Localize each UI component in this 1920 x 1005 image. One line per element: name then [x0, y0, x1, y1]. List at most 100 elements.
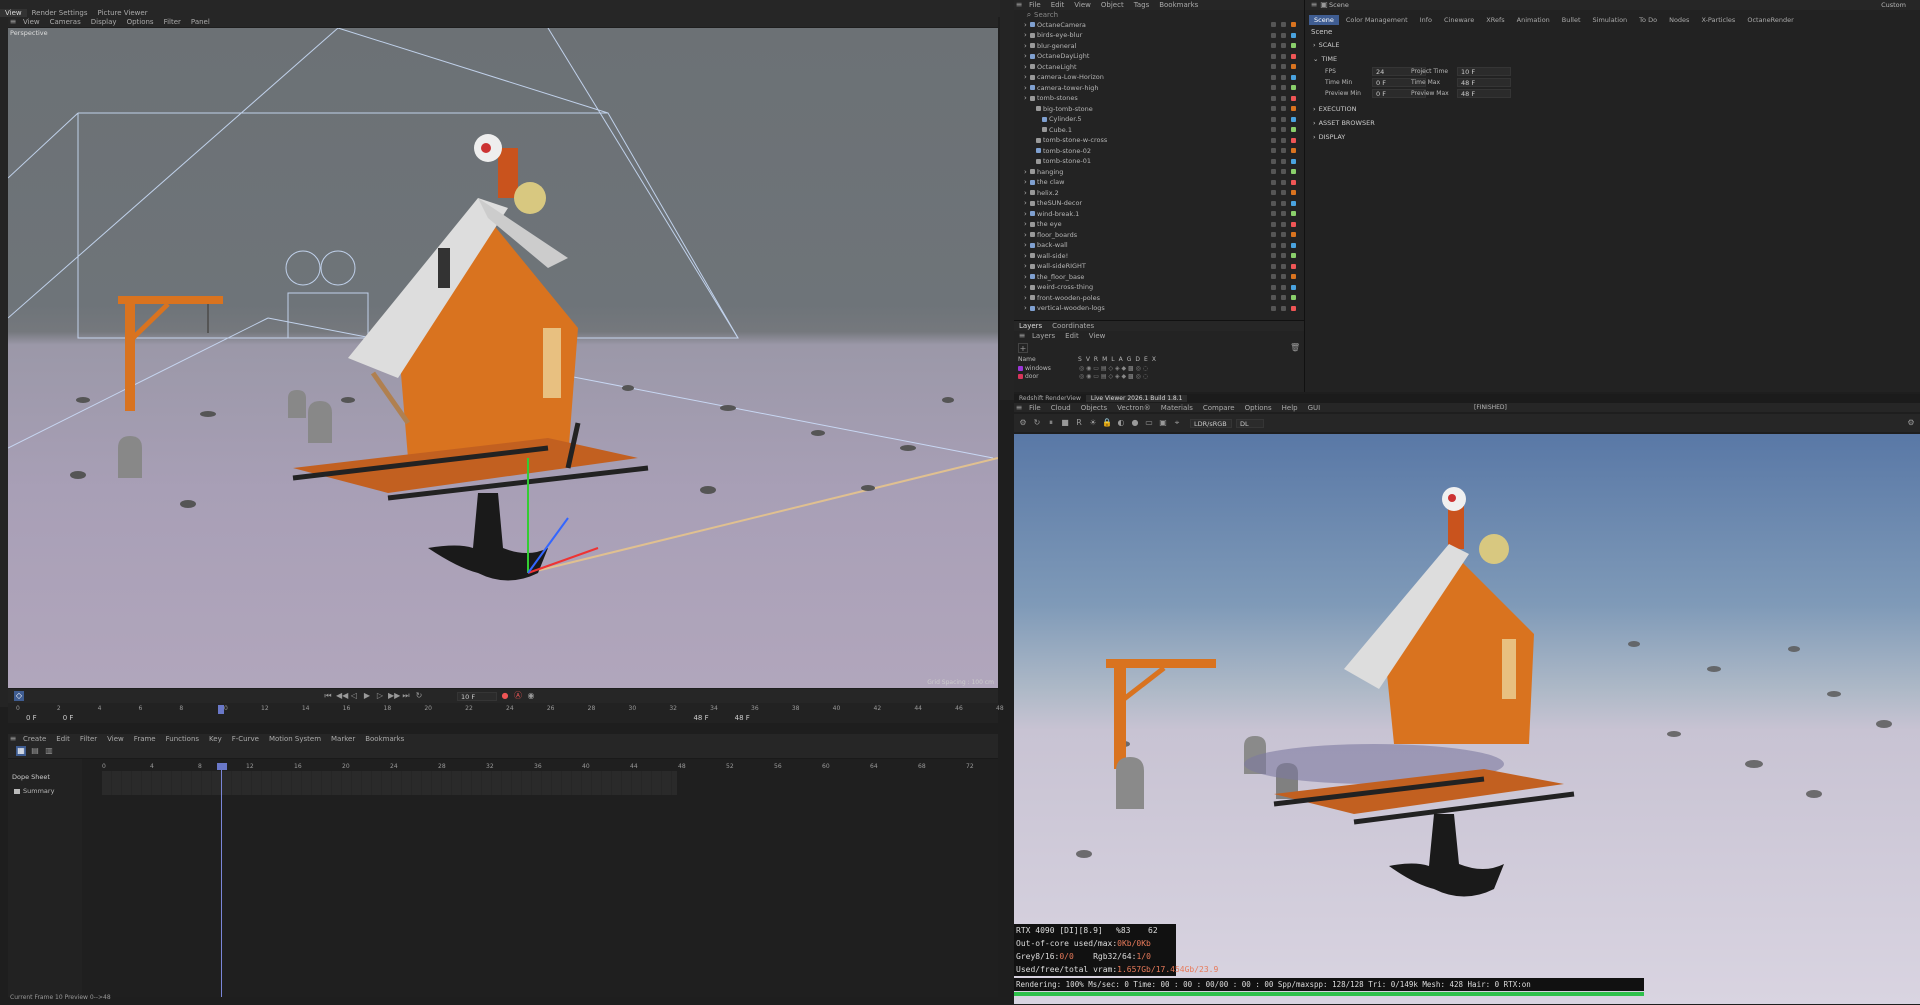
hamburger-icon[interactable]: ≡ [1017, 331, 1027, 341]
refresh-icon[interactable]: ↻ [1032, 418, 1042, 428]
dope-menu-create[interactable]: Create [18, 735, 51, 743]
am-tab[interactable]: OctaneRender [1742, 15, 1798, 25]
object-row[interactable]: › the claw [1024, 178, 1304, 188]
layers-menu-layers[interactable]: Layers [1027, 332, 1060, 340]
object-flags[interactable] [1271, 158, 1298, 164]
object-flags[interactable] [1271, 190, 1298, 196]
object-row[interactable]: › hanging [1024, 167, 1304, 178]
fcurve-mode-icon[interactable]: ▤ [30, 746, 40, 756]
dope-mode-icon[interactable]: ▦ [16, 746, 26, 756]
dope-menu-view[interactable]: View [102, 735, 129, 743]
am-tab[interactable]: Scene [1309, 15, 1339, 25]
hamburger-icon[interactable]: ≡ [8, 17, 18, 27]
object-flags[interactable] [1271, 221, 1298, 227]
object-row[interactable]: › back-wall [1024, 241, 1304, 251]
am-tab[interactable]: Simulation [1588, 15, 1633, 25]
3d-viewport[interactable]: Perspective Grid Spacing: 100 cm [8, 28, 998, 688]
layer-row[interactable]: door ◎ ◉ ▭ ▤ ◇ ◈ ◆ ▩ ◎ ◌ [1014, 372, 1304, 380]
dope-menu-edit[interactable]: Edit [51, 735, 75, 743]
object-flags[interactable] [1271, 200, 1298, 206]
next-key-icon[interactable]: ▶▶ [388, 691, 400, 701]
object-flags[interactable] [1271, 169, 1298, 175]
object-flags[interactable] [1271, 211, 1298, 217]
layer-toggles[interactable]: ◎ ◉ ▭ ▤ ◇ ◈ ◆ ▩ ◎ ◌ [1079, 365, 1148, 372]
am-tab[interactable]: Info [1415, 15, 1437, 25]
object-flags[interactable] [1271, 232, 1298, 238]
timeline-start-preview[interactable]: 0 F [63, 714, 74, 722]
object-flags[interactable] [1271, 85, 1298, 91]
dope-menu-fcurve[interactable]: F-Curve [227, 735, 264, 743]
rv-menu-vectron[interactable]: Vectron® [1112, 404, 1156, 412]
object-row[interactable]: › wall-side! [1024, 251, 1304, 262]
tab-coordinates[interactable]: Coordinates [1047, 322, 1099, 330]
dope-menu-marker[interactable]: Marker [326, 735, 360, 743]
section-execution[interactable]: › EXECUTION [1305, 102, 1920, 116]
rv-menu-help[interactable]: Help [1277, 404, 1303, 412]
lut-dropdown[interactable]: LDR/sRGB [1190, 418, 1232, 428]
live-viewer-render[interactable]: RTX 4090 [DI][8.9] %83 62 Out-of-core used… [1014, 434, 1920, 1004]
tab-redshift-renderview[interactable]: Redshift RenderView [1014, 395, 1086, 402]
save-icon[interactable]: ▭ [1144, 418, 1154, 428]
menu-filter[interactable]: Filter [159, 18, 186, 26]
prev-frame-icon[interactable]: ◁ [349, 691, 359, 701]
record-icon[interactable]: ● [500, 691, 510, 701]
next-frame-icon[interactable]: ▷ [375, 691, 385, 701]
section-scale[interactable]: › SCALE [1305, 38, 1920, 52]
am-tab[interactable]: Bullet [1557, 15, 1586, 25]
object-flags[interactable] [1271, 284, 1298, 290]
rv-menu-cloud[interactable]: Cloud [1046, 404, 1076, 412]
object-flags[interactable] [1271, 253, 1298, 259]
object-flags[interactable] [1271, 116, 1298, 122]
motion-mode-icon[interactable]: ▥ [44, 746, 54, 756]
rv-menu-options[interactable]: Options [1240, 404, 1277, 412]
object-row[interactable]: › wind-break.1 [1024, 209, 1304, 220]
section-time[interactable]: ⌄ TIME [1305, 52, 1920, 66]
object-row[interactable]: tomb-stone-02 [1024, 146, 1304, 157]
object-row[interactable]: Cylinder.5 [1024, 115, 1304, 125]
om-menu-object[interactable]: Object [1096, 1, 1129, 9]
object-row[interactable]: › OctaneCamera [1024, 20, 1304, 31]
layer-color[interactable] [1018, 373, 1023, 379]
layers-menu-view[interactable]: View [1084, 332, 1111, 340]
half-circle-icon[interactable]: ◐ [1116, 418, 1126, 428]
am-tab[interactable]: Animation [1512, 15, 1555, 25]
project-time-field[interactable]: 10 F [1457, 67, 1511, 76]
object-row[interactable]: › the eye [1024, 220, 1304, 230]
om-menu-bookmarks[interactable]: Bookmarks [1154, 1, 1203, 9]
object-flags[interactable] [1271, 263, 1298, 269]
region-icon[interactable]: R [1074, 418, 1084, 428]
layer-color[interactable] [1018, 365, 1023, 371]
timeline-end[interactable]: 48 F [735, 714, 750, 722]
rv-menu-materials[interactable]: Materials [1156, 404, 1198, 412]
menu-display[interactable]: Display [86, 18, 122, 26]
object-row[interactable]: › theSUN-decor [1024, 199, 1304, 209]
lock-icon[interactable]: 🔒 [1102, 418, 1112, 428]
section-display[interactable]: › DISPLAY [1305, 130, 1920, 144]
object-flags[interactable] [1271, 43, 1298, 49]
menu-cameras[interactable]: Cameras [45, 18, 86, 26]
object-row[interactable]: › floor_boards [1024, 230, 1304, 241]
timeline-end-preview[interactable]: 48 F [693, 714, 708, 722]
hamburger-icon[interactable]: ≡ [1309, 0, 1319, 10]
playhead[interactable] [218, 705, 224, 714]
object-row[interactable]: › weird-cross-thing [1024, 283, 1304, 293]
object-row[interactable]: › OctaneDayLight [1024, 52, 1304, 62]
object-flags[interactable] [1271, 148, 1298, 154]
object-row[interactable]: › camera-Low-Horizon [1024, 73, 1304, 83]
tab-picture-viewer[interactable]: Picture Viewer [92, 9, 152, 17]
timeline-start[interactable]: 0 F [26, 714, 37, 722]
object-flags[interactable] [1271, 95, 1298, 101]
object-flags[interactable] [1271, 242, 1298, 248]
object-row[interactable]: tomb-stone-01 [1024, 157, 1304, 167]
tab-render-settings[interactable]: Render Settings [27, 9, 93, 17]
object-row[interactable]: › the_floor_base [1024, 272, 1304, 283]
rv-menu-compare[interactable]: Compare [1198, 404, 1240, 412]
dope-menu-frame[interactable]: Frame [129, 735, 161, 743]
dope-keys-area[interactable]: 0 4 8 12 16 20 24 28 32 36 40 44 48 52 56 60 64 68 72 [82, 759, 998, 997]
play-icon[interactable]: ▶ [362, 691, 372, 701]
am-tab[interactable]: Cineware [1439, 15, 1479, 25]
object-flags[interactable] [1271, 64, 1298, 70]
object-flags[interactable] [1271, 106, 1298, 112]
keyframe-icon[interactable]: ◉ [526, 691, 536, 701]
object-flags[interactable] [1271, 274, 1298, 280]
